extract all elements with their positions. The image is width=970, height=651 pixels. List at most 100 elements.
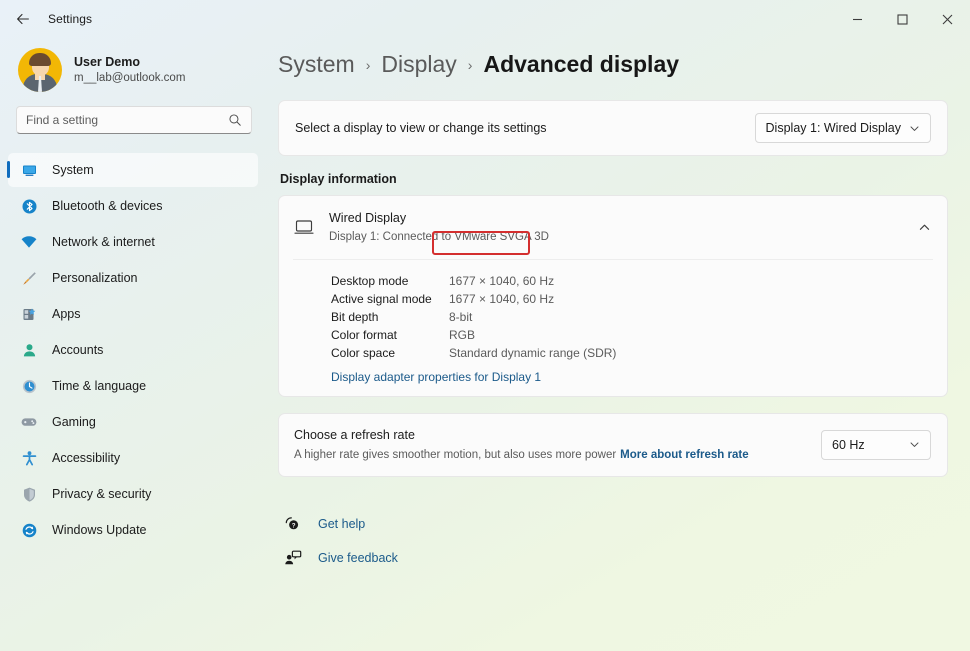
update-icon (20, 521, 38, 539)
sidebar-item-privacy-security[interactable]: Privacy & security (8, 477, 258, 511)
breadcrumb-system[interactable]: System (278, 51, 355, 78)
refresh-rate-card: Choose a refresh rate A higher rate give… (278, 412, 948, 477)
sidebar-item-label: Windows Update (52, 523, 147, 537)
minimize-button[interactable] (835, 0, 880, 38)
bluetooth-icon (20, 197, 38, 215)
close-button[interactable] (925, 0, 970, 38)
app-title: Settings (48, 12, 93, 26)
clock-globe-icon (20, 377, 38, 395)
back-button[interactable] (6, 4, 40, 34)
detail-row: Color format RGB (279, 326, 947, 344)
sidebar-item-label: Gaming (52, 415, 96, 429)
get-help-label: Get help (318, 516, 366, 531)
back-arrow-icon (17, 13, 29, 25)
sidebar-item-label: Network & internet (52, 235, 155, 249)
detail-label: Active signal mode (331, 291, 432, 306)
detail-value: 1677 × 1040, 60 Hz (449, 273, 555, 288)
sidebar-item-label: Bluetooth & devices (52, 199, 163, 213)
wifi-icon (20, 233, 38, 251)
search-box[interactable] (16, 106, 252, 134)
refresh-rate-value: 60 Hz (832, 437, 865, 452)
display-select-label: Select a display to view or change its s… (295, 121, 547, 135)
breadcrumb-separator-icon: › (365, 56, 371, 73)
maximize-button[interactable] (880, 0, 925, 38)
main-content: System › Display › Advanced display Sele… (266, 38, 970, 651)
search-icon (229, 114, 241, 126)
detail-value: RGB (449, 327, 476, 342)
sidebar-item-accessibility[interactable]: Accessibility (8, 441, 258, 475)
chevron-up-icon[interactable] (918, 221, 931, 234)
breadcrumb: System › Display › Advanced display (278, 38, 948, 100)
sidebar-item-bluetooth-devices[interactable]: Bluetooth & devices (8, 189, 258, 223)
give-feedback-label: Give feedback (318, 550, 398, 565)
detail-label: Bit depth (331, 309, 379, 324)
maximize-icon (897, 13, 908, 25)
monitor-icon (20, 161, 38, 179)
close-icon (942, 14, 953, 24)
refresh-rate-title: Choose a refresh rate (294, 427, 415, 442)
sidebar-nav: System Bluetooth & devices Network & int… (0, 153, 266, 549)
sidebar-item-network-internet[interactable]: Network & internet (8, 225, 258, 259)
display-select-value: Display 1: Wired Display (765, 121, 901, 135)
sidebar-item-windows-update[interactable]: Windows Update (8, 513, 258, 547)
display-details-list: Desktop mode 1677 × 1040, 60 Hz Active s… (279, 260, 947, 396)
display-adapter-name: VMware SVGA 3D (454, 231, 549, 244)
sidebar-item-label: Apps (52, 307, 81, 321)
shield-icon (20, 485, 38, 503)
display-adapter-properties-link[interactable]: Display adapter properties for Display 1 (331, 370, 541, 384)
profile-email: m__lab@outlook.com (74, 72, 186, 85)
wired-display-header[interactable]: Wired Display Display 1: Connected to VM… (279, 196, 947, 259)
feedback-icon (284, 549, 302, 567)
sidebar-item-label: Accessibility (52, 451, 121, 465)
refresh-rate-dropdown[interactable]: 60 Hz (821, 429, 931, 460)
sidebar-item-apps[interactable]: Apps (8, 297, 258, 331)
display-information-card: Wired Display Display 1: Connected to VM… (278, 195, 948, 397)
wired-display-subtitle: Display 1: Connected to VMware SVGA 3D (329, 231, 549, 244)
title-bar: Settings (0, 0, 970, 38)
detail-value: 8-bit (449, 309, 473, 324)
detail-row: Color space Standard dynamic range (SDR) (279, 344, 947, 362)
give-feedback-link[interactable]: Give feedback (284, 545, 398, 571)
sidebar-item-label: Time & language (52, 379, 147, 393)
detail-label: Color space (331, 345, 396, 360)
window-controls (835, 0, 970, 38)
sidebar-item-accounts[interactable]: Accounts (8, 333, 258, 367)
chevron-down-icon (910, 125, 919, 131)
avatar (18, 48, 62, 92)
chevron-down-icon (910, 442, 919, 448)
svg-text:?: ? (292, 522, 296, 529)
breadcrumb-separator-icon: › (467, 56, 473, 73)
sidebar-item-personalization[interactable]: Personalization (8, 261, 258, 295)
accessibility-icon (20, 449, 38, 467)
sidebar-item-gaming[interactable]: Gaming (8, 405, 258, 439)
paintbrush-icon (20, 269, 38, 287)
detail-row: Desktop mode 1677 × 1040, 60 Hz (279, 272, 947, 290)
sidebar-item-label: Accounts (52, 343, 104, 357)
breadcrumb-display[interactable]: Display (381, 51, 456, 78)
person-icon (20, 341, 38, 359)
detail-value: Standard dynamic range (SDR) (449, 345, 617, 360)
sidebar: User Demo m__lab@outlook.com Find a sett… (0, 38, 266, 651)
user-profile[interactable]: User Demo m__lab@outlook.com (0, 38, 266, 106)
sidebar-item-label: Privacy & security (52, 487, 152, 501)
page-title: Advanced display (483, 51, 680, 77)
display-select-dropdown[interactable]: Display 1: Wired Display (754, 113, 931, 143)
display-information-heading: Display information (280, 172, 397, 186)
detail-label: Desktop mode (331, 273, 409, 288)
detail-label: Color format (331, 327, 398, 342)
sidebar-item-label: Personalization (52, 271, 138, 285)
sidebar-item-system[interactable]: System (7, 153, 258, 187)
display-select-card: Select a display to view or change its s… (278, 100, 948, 156)
help-icon: ? (284, 515, 302, 533)
apps-icon (20, 305, 38, 323)
sidebar-item-time-language[interactable]: Time & language (8, 369, 258, 403)
search-input[interactable] (26, 107, 228, 133)
gamepad-icon (20, 413, 38, 431)
detail-value: 1677 × 1040, 60 Hz (449, 291, 555, 306)
minimize-icon (853, 18, 862, 20)
profile-name: User Demo (74, 54, 140, 69)
refresh-rate-subtitle: A higher rate gives smoother motion, but… (294, 448, 617, 461)
monitor-outline-icon (293, 216, 315, 238)
get-help-link[interactable]: ? Get help (284, 511, 365, 537)
more-about-refresh-rate-link[interactable]: More about refresh rate (620, 449, 748, 461)
